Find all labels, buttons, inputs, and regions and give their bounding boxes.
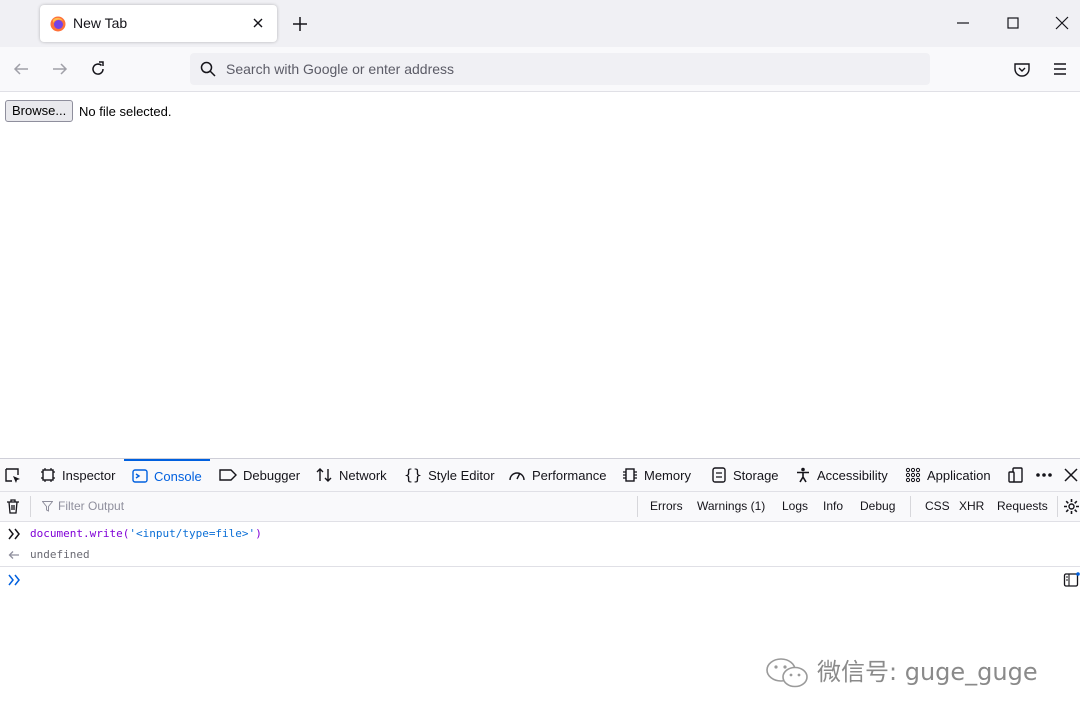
tab-debugger[interactable]: Debugger [219, 459, 300, 491]
filter-info-button[interactable]: Info [823, 499, 843, 513]
tab-label: Storage [733, 467, 779, 483]
address-bar-placeholder: Search with Google or enter address [226, 61, 455, 77]
code-suffix: ) [255, 527, 262, 540]
code-string: '<input/type=file>' [129, 527, 256, 540]
tab-style-editor[interactable]: {} Style Editor [404, 459, 495, 491]
filter-css-button[interactable]: CSS [925, 499, 950, 513]
prompt-chevron-icon [8, 574, 20, 586]
navigation-toolbar: Search with Google or enter address [0, 47, 1080, 92]
tab-application[interactable]: Application [905, 459, 991, 491]
close-devtools-icon[interactable] [1062, 466, 1080, 484]
close-window-icon[interactable] [1052, 13, 1072, 33]
back-arrow-icon[interactable] [11, 59, 31, 79]
watermark-text: 微信号: guge_guge [817, 658, 1038, 686]
maximize-icon[interactable] [1003, 13, 1023, 33]
devtools-panel: Inspector Console Debugger Network {} St… [0, 458, 1080, 718]
filter-debug-button[interactable]: Debug [860, 499, 895, 513]
tab-label: Performance [532, 467, 607, 483]
console-result-row: undefined [0, 545, 1080, 565]
filter-output-input[interactable]: Filter Output [58, 499, 124, 513]
filter-xhr-button[interactable]: XHR [959, 499, 984, 513]
filter-requests-button[interactable]: Requests [997, 499, 1048, 513]
application-grid-icon [905, 467, 921, 483]
curly-braces-icon: {} [404, 466, 423, 484]
devtools-toolbar: Inspector Console Debugger Network {} St… [0, 459, 1080, 492]
console-input-code: document.write('<input/type=file>') [30, 527, 262, 540]
tab-label: Console [154, 468, 202, 484]
tab-accessibility[interactable]: Accessibility [795, 459, 888, 491]
divider [637, 496, 638, 517]
filter-funnel-icon [42, 501, 53, 512]
gear-icon[interactable] [1063, 498, 1080, 515]
tab-title: New Tab [73, 15, 128, 31]
divider [910, 496, 911, 517]
filter-warnings-button[interactable]: Warnings (1) [697, 499, 765, 513]
search-icon [200, 61, 216, 77]
pocket-icon[interactable] [1012, 59, 1032, 79]
tab-storage[interactable]: Storage [711, 459, 779, 491]
console-icon [132, 469, 148, 483]
file-status-text: No file selected. [79, 104, 172, 119]
page-content: Browse... No file selected. [0, 92, 1080, 458]
tab-strip: New Tab [0, 0, 1080, 47]
tab-new-tab[interactable]: New Tab [40, 5, 277, 42]
double-chevron-right-icon [8, 528, 20, 540]
close-tab-icon[interactable] [249, 14, 267, 32]
tab-label: Style Editor [428, 467, 495, 483]
tab-label: Memory [644, 467, 691, 483]
new-tab-plus-icon[interactable] [290, 14, 310, 34]
return-arrow-icon [8, 551, 19, 559]
tab-network[interactable]: Network [315, 459, 387, 491]
watermark: 微信号: guge_guge [765, 652, 1038, 689]
minimize-icon[interactable] [953, 13, 973, 33]
filter-logs-button[interactable]: Logs [782, 499, 808, 513]
console-prompt[interactable] [0, 569, 1080, 591]
reload-icon[interactable] [88, 59, 108, 79]
divider [1057, 496, 1058, 517]
performance-gauge-icon [509, 472, 525, 481]
pick-element-icon[interactable] [4, 467, 22, 485]
trash-icon[interactable] [5, 498, 21, 515]
console-input-row: document.write('<input/type=file>') [0, 524, 1080, 544]
storage-icon [712, 467, 726, 483]
tab-label: Inspector [62, 467, 116, 483]
code-prefix: document.write( [30, 527, 130, 540]
forward-arrow-icon[interactable] [50, 59, 70, 79]
tab-memory[interactable]: Memory [622, 459, 691, 491]
address-bar[interactable]: Search with Google or enter address [190, 53, 930, 85]
tab-performance[interactable]: Performance [508, 459, 606, 491]
tab-label: Application [927, 467, 991, 483]
tab-inspector[interactable]: Inspector [40, 459, 115, 491]
hamburger-menu-icon[interactable] [1050, 59, 1070, 79]
console-result-text: undefined [30, 548, 90, 561]
responsive-design-icon[interactable] [1007, 466, 1025, 484]
more-options-icon[interactable] [1034, 466, 1054, 484]
accessibility-icon [797, 467, 809, 483]
network-arrows-icon [316, 468, 332, 482]
editor-mode-icon[interactable] [1063, 572, 1080, 588]
wechat-logo-icon [766, 658, 808, 688]
memory-chip-icon [623, 468, 637, 482]
tab-label: Network [339, 467, 387, 483]
divider [30, 496, 31, 517]
browse-button[interactable]: Browse... [5, 100, 74, 122]
divider [0, 566, 1080, 567]
tab-label: Debugger [243, 467, 301, 483]
console-filter-bar: Filter Output Errors Warnings (1) Logs I… [0, 492, 1080, 522]
tab-console[interactable]: Console [124, 459, 210, 491]
filter-errors-button[interactable]: Errors [650, 499, 683, 513]
inspector-icon [41, 468, 55, 482]
firefox-icon [50, 16, 66, 32]
tab-label: Accessibility [817, 467, 888, 483]
debugger-icon [219, 469, 237, 481]
